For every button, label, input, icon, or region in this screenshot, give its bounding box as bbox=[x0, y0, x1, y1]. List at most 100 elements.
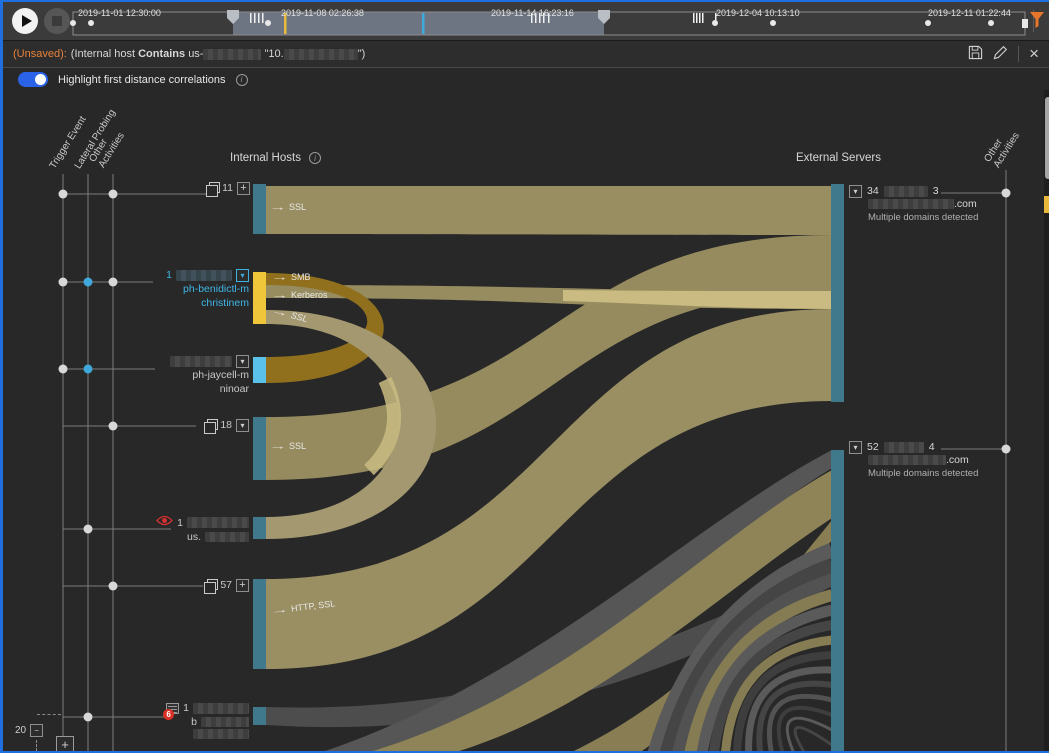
sankey-flow[interactable] bbox=[563, 290, 832, 309]
highlight-toggle[interactable] bbox=[18, 72, 48, 87]
sankey-flow[interactable] bbox=[266, 235, 832, 480]
correlation-dot[interactable] bbox=[84, 525, 93, 534]
sankey-node[interactable] bbox=[253, 517, 266, 539]
stop-button[interactable] bbox=[44, 8, 70, 34]
sankey-flow[interactable] bbox=[737, 655, 832, 753]
host-alerted[interactable]: 6 1 b bbox=[98, 701, 249, 739]
timeline-shield-handle[interactable] bbox=[598, 10, 610, 24]
sankey-flow[interactable] bbox=[759, 684, 832, 753]
timeline-shield-handle[interactable] bbox=[227, 10, 239, 24]
host-fqdn-prefix: us. bbox=[187, 530, 201, 544]
info-icon[interactable]: i bbox=[309, 152, 321, 164]
dropdown-button[interactable]: ▾ bbox=[236, 419, 249, 432]
timeline-selected-tick bbox=[422, 13, 425, 34]
external-servers-header: External Servers bbox=[796, 152, 881, 164]
host-group-icon bbox=[206, 185, 216, 195]
save-filter-icon[interactable] bbox=[968, 45, 983, 63]
sankey-flow[interactable] bbox=[266, 309, 832, 669]
sankey-node[interactable] bbox=[253, 357, 266, 383]
correlation-dot[interactable] bbox=[59, 278, 68, 287]
sankey-node[interactable] bbox=[253, 707, 266, 725]
sankey-flow[interactable] bbox=[779, 708, 832, 753]
timeline-marker-dot[interactable] bbox=[712, 20, 718, 26]
sankey-flow[interactable] bbox=[266, 285, 832, 309]
correlation-dot[interactable] bbox=[84, 365, 93, 374]
timeline-end-handle[interactable] bbox=[1022, 19, 1028, 28]
sankey-flow[interactable] bbox=[725, 640, 832, 753]
flow-label-kerberos: →Kerberos bbox=[275, 290, 328, 300]
sankey-flow[interactable] bbox=[266, 562, 832, 727]
app-window: 2019-11-01 12:30:00 2019-11-08 02:26:38 … bbox=[0, 0, 1049, 753]
play-button[interactable] bbox=[12, 8, 38, 34]
sankey-node[interactable] bbox=[253, 184, 266, 234]
timeline-marker-dot[interactable] bbox=[265, 20, 271, 26]
sankey-flow[interactable] bbox=[559, 520, 832, 753]
sankey-flow[interactable] bbox=[677, 580, 832, 753]
sankey-flow[interactable] bbox=[665, 565, 832, 753]
correlation-dot[interactable] bbox=[84, 713, 93, 722]
dropdown-button[interactable]: ▾ bbox=[849, 441, 862, 454]
correlation-dot[interactable] bbox=[84, 278, 93, 287]
server-1[interactable]: ▾ 343 .com Multiple domains detected bbox=[849, 185, 1009, 224]
timeline-marker-dot[interactable] bbox=[770, 20, 776, 26]
correlation-dot[interactable] bbox=[59, 190, 68, 199]
sankey-node[interactable] bbox=[831, 184, 844, 402]
close-icon[interactable]: × bbox=[1029, 47, 1039, 61]
flow-arrow-icon: → bbox=[271, 604, 289, 616]
host-group-11[interactable]: 11 + bbox=[160, 181, 250, 195]
flow-arrow-icon: → bbox=[271, 290, 288, 300]
correlation-dot[interactable] bbox=[109, 422, 118, 431]
internal-hosts-title: Internal Hosts bbox=[230, 152, 301, 164]
scrollbar-track[interactable] bbox=[1044, 90, 1049, 753]
dropdown-button[interactable]: ▾ bbox=[236, 269, 249, 282]
pager-connector bbox=[37, 714, 61, 715]
host-detection[interactable]: 1 us. bbox=[98, 515, 249, 544]
sankey-node[interactable] bbox=[253, 579, 266, 669]
sankey-flow[interactable] bbox=[348, 470, 832, 753]
sankey-flow[interactable] bbox=[303, 450, 832, 753]
host-group-18[interactable]: 18 ▾ bbox=[133, 418, 249, 432]
host-jaycell[interactable]: ▾ ph-jaycell-m ninoar bbox=[103, 355, 249, 396]
timeline-marker-dot[interactable] bbox=[88, 20, 94, 26]
host-benidictl[interactable]: 1 ▾ ph-benidictl-m christinem bbox=[103, 268, 249, 310]
sankey-node[interactable] bbox=[253, 417, 266, 480]
filter-funnel-icon[interactable] bbox=[1029, 11, 1045, 34]
alert-count-badge: 6 bbox=[163, 709, 174, 720]
expand-button[interactable]: + bbox=[237, 182, 250, 195]
scrollbar-highlight-marker bbox=[1044, 196, 1049, 213]
redacted-text bbox=[193, 729, 249, 739]
host-ip-prefix: 1 bbox=[166, 268, 172, 282]
correlation-dot[interactable] bbox=[109, 190, 118, 199]
sankey-node[interactable] bbox=[253, 272, 266, 324]
scrollbar-thumb[interactable] bbox=[1045, 97, 1049, 179]
correlation-dot[interactable] bbox=[59, 365, 68, 374]
sankey-flow[interactable] bbox=[795, 727, 832, 753]
sankey-flow[interactable] bbox=[713, 625, 832, 753]
increase-button[interactable]: + bbox=[56, 736, 74, 753]
sankey-flow[interactable] bbox=[266, 186, 832, 235]
sankey-node[interactable] bbox=[831, 450, 844, 753]
edit-filter-icon[interactable] bbox=[993, 45, 1008, 63]
host-group-57[interactable]: 57 + bbox=[133, 578, 249, 592]
sankey-flow[interactable] bbox=[769, 696, 832, 753]
sankey-flow[interactable] bbox=[689, 595, 832, 753]
redacted-domain bbox=[868, 455, 946, 465]
sankey-flow[interactable] bbox=[701, 610, 832, 753]
dropdown-button[interactable]: ▾ bbox=[236, 355, 249, 368]
correlation-dot[interactable] bbox=[109, 582, 118, 591]
expand-button[interactable]: + bbox=[236, 579, 249, 592]
decrease-button[interactable]: − bbox=[30, 724, 43, 737]
flow-label-smb: →SMB bbox=[275, 272, 311, 282]
redacted-filter-value bbox=[284, 49, 358, 60]
info-icon[interactable]: i bbox=[236, 74, 248, 86]
timeline-marker-dot[interactable] bbox=[925, 20, 931, 26]
server-2[interactable]: ▾ 524 .com Multiple domains detected bbox=[849, 441, 1009, 480]
dropdown-button[interactable]: ▾ bbox=[849, 185, 862, 198]
sankey-flow[interactable] bbox=[749, 670, 832, 753]
sankey-flow[interactable] bbox=[653, 550, 832, 753]
timeline-marker-dot[interactable] bbox=[988, 20, 994, 26]
timeline-marker-dot[interactable] bbox=[70, 20, 76, 26]
sankey-flow[interactable] bbox=[266, 310, 436, 539]
flow-arrow-icon: → bbox=[269, 202, 286, 212]
sankey-flow[interactable] bbox=[787, 718, 832, 753]
